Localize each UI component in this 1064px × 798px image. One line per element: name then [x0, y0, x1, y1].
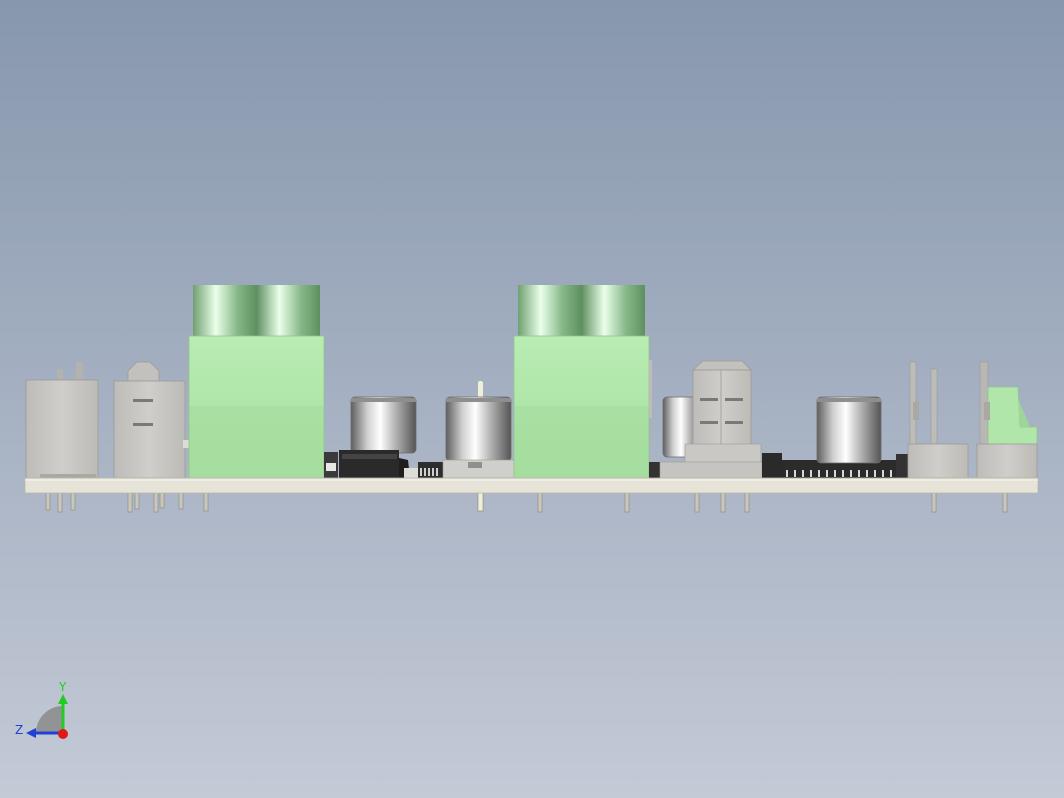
terminal-block-small — [976, 361, 1038, 479]
y-axis-arrowhead — [58, 694, 68, 704]
connector-header-2 — [113, 361, 191, 479]
ic-chip-1 — [339, 450, 418, 478]
connector-left — [25, 362, 99, 480]
capacitor-2 — [442, 381, 515, 479]
capacitor-4 — [816, 396, 882, 464]
triad-rotation-arc — [36, 706, 63, 733]
terminal-block-2 — [513, 285, 652, 479]
ic-chip-2 — [418, 462, 446, 478]
z-axis-label: Z — [15, 723, 23, 737]
pin-header-right — [907, 361, 969, 479]
capacitor-1 — [350, 396, 417, 454]
smd-part-1 — [324, 452, 338, 478]
pcb-board — [24, 477, 1039, 494]
axis-triad: Y Z — [15, 680, 68, 739]
smd-part-2 — [649, 462, 661, 478]
z-axis-arrowhead — [26, 728, 36, 738]
y-axis-label: Y — [58, 680, 67, 694]
cad-viewport[interactable]: Y Z — [0, 0, 1064, 798]
terminal-block-1 — [188, 285, 325, 479]
pcb-side-view: Y Z — [15, 285, 1039, 739]
pins-bottom — [45, 491, 1008, 513]
x-axis-dot — [58, 729, 68, 739]
